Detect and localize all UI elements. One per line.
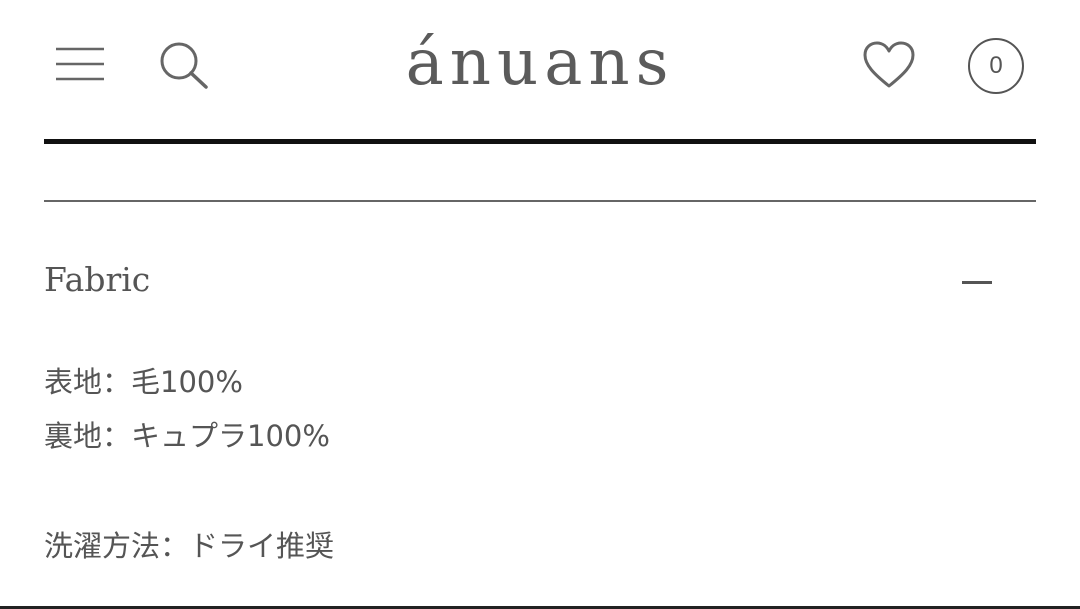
header-divider <box>44 139 1036 144</box>
fabric-accordion-toggle[interactable]: Fabric <box>44 248 1036 312</box>
section-divider <box>44 200 1036 202</box>
fabric-section-title: Fabric <box>44 260 151 299</box>
site-header: ánuans 0 <box>0 0 1080 140</box>
search-icon[interactable] <box>158 40 210 90</box>
outer-fabric-text: 表地：毛100% <box>44 365 243 399</box>
care-instructions-text: 洗濯方法：ドライ推奨 <box>44 529 335 563</box>
heart-icon[interactable] <box>862 40 916 90</box>
site-logo[interactable]: ánuans <box>340 18 740 108</box>
minus-icon[interactable] <box>962 281 992 284</box>
hamburger-menu-icon[interactable] <box>56 46 104 82</box>
lining-fabric-text: 裏地：キュプラ100% <box>44 419 330 453</box>
cart-count-badge[interactable]: 0 <box>968 38 1024 94</box>
